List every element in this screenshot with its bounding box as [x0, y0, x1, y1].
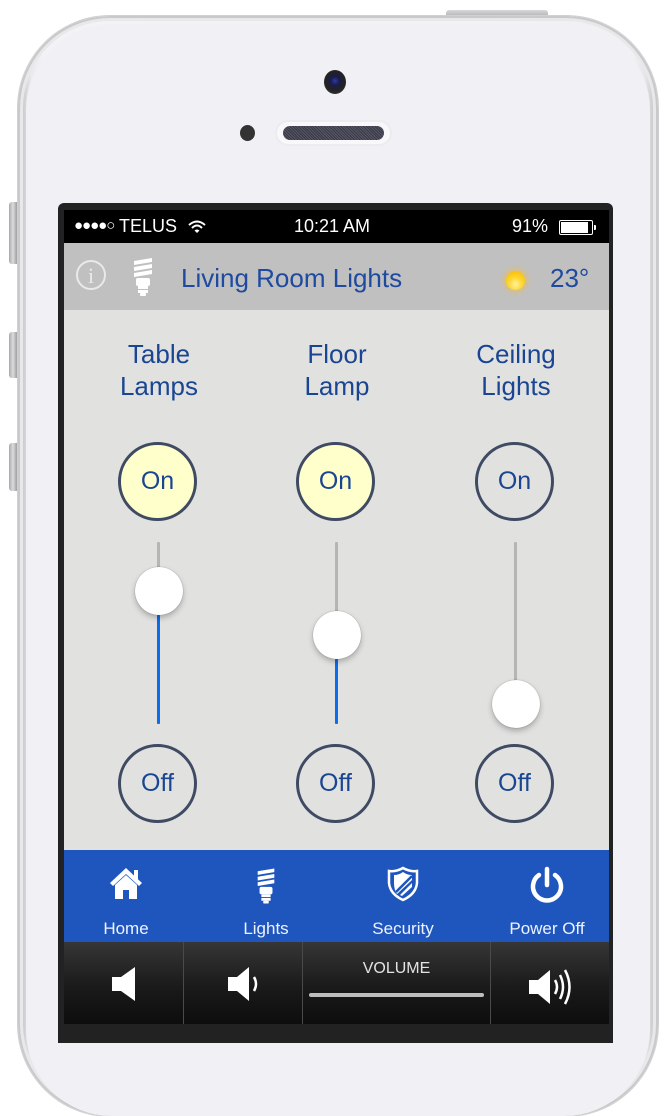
battery-level — [561, 222, 589, 233]
off-button[interactable]: Off — [475, 744, 554, 823]
carrier-name: TELUS — [119, 216, 178, 236]
tab-label: Security — [372, 919, 434, 938]
light-label-line1: Table — [127, 339, 191, 369]
brightness-slider-thumb[interactable] — [313, 610, 361, 659]
sun-icon — [506, 271, 525, 290]
light-label-line2: Lamps — [119, 371, 199, 401]
volume-up-hardware — [9, 332, 17, 378]
volume-up-button[interactable] — [490, 942, 609, 1024]
brightness-slider-fill — [335, 658, 338, 724]
on-button[interactable]: On — [118, 442, 197, 521]
brightness-slider-thumb[interactable] — [135, 567, 183, 616]
shield-icon — [387, 866, 419, 902]
light-control-floor-lamp: Floor Lamp On Off — [257, 310, 417, 850]
app-screen: ●●●●○ TELUS 10:21 AM 91% i Living Room L… — [64, 210, 609, 1024]
volume-slider-area: VOLUME — [302, 942, 490, 1024]
temperature: 23° — [550, 263, 590, 293]
speaker-mute-icon — [111, 967, 135, 1001]
volume-bar: VOLUME — [64, 942, 609, 1024]
light-label-line1: Floor — [307, 339, 367, 369]
light-control-table-lamps: Table Lamps On Off — [79, 310, 239, 850]
volume-down-icon — [227, 967, 257, 1001]
tab-label: Power Off — [509, 919, 585, 938]
brightness-slider-thumb[interactable] — [492, 679, 540, 728]
light-label: Ceiling Lights — [436, 338, 596, 402]
light-control-ceiling-lights: Ceiling Lights On Off — [436, 310, 596, 850]
light-label-line1: Ceiling — [476, 339, 556, 369]
signal-strength-icon: ●●●●○ — [74, 217, 115, 234]
battery-icon — [559, 220, 596, 235]
tab-label: Lights — [243, 919, 289, 938]
volume-label: VOLUME — [362, 960, 431, 977]
brightness-slider-fill — [157, 615, 160, 724]
volume-down-button[interactable] — [183, 942, 303, 1024]
home-icon — [110, 868, 142, 899]
info-icon[interactable]: i — [76, 260, 106, 290]
wifi-icon — [188, 220, 206, 233]
earpiece-speaker — [277, 122, 390, 144]
carrier-info: ●●●●○ TELUS — [74, 216, 206, 237]
tab-label: Home — [103, 919, 149, 938]
volume-down-hardware — [9, 443, 17, 491]
light-bulb-icon — [257, 868, 275, 904]
on-button[interactable]: On — [296, 442, 375, 521]
clock: 10:21 AM — [294, 216, 371, 236]
light-label: Floor Lamp — [257, 338, 417, 402]
tab-bar: Home Lights Security Power Off — [64, 850, 609, 942]
volume-slider[interactable] — [309, 993, 484, 997]
front-camera — [324, 70, 346, 94]
tab-home[interactable]: Home — [66, 850, 186, 942]
proximity-sensor — [240, 125, 255, 141]
light-bulb-icon — [134, 258, 152, 296]
tab-lights[interactable]: Lights — [206, 850, 326, 942]
light-label-line2: Lamp — [304, 371, 370, 401]
tab-power-off[interactable]: Power Off — [487, 850, 607, 942]
off-button[interactable]: Off — [118, 744, 197, 823]
light-label: Table Lamps — [79, 338, 239, 402]
app-header: i Living Room Lights 23° — [64, 243, 609, 310]
mute-switch-hardware — [9, 202, 17, 264]
off-button[interactable]: Off — [296, 744, 375, 823]
volume-up-icon — [528, 969, 571, 1005]
page-title: Living Room Lights — [181, 263, 403, 293]
power-icon — [530, 866, 564, 903]
mute-button[interactable] — [64, 942, 183, 1024]
battery-percent: 91% — [512, 216, 549, 236]
tab-security[interactable]: Security — [343, 850, 463, 942]
status-bar: ●●●●○ TELUS 10:21 AM 91% — [64, 210, 609, 243]
on-button[interactable]: On — [475, 442, 554, 521]
light-label-line2: Lights — [481, 371, 551, 401]
